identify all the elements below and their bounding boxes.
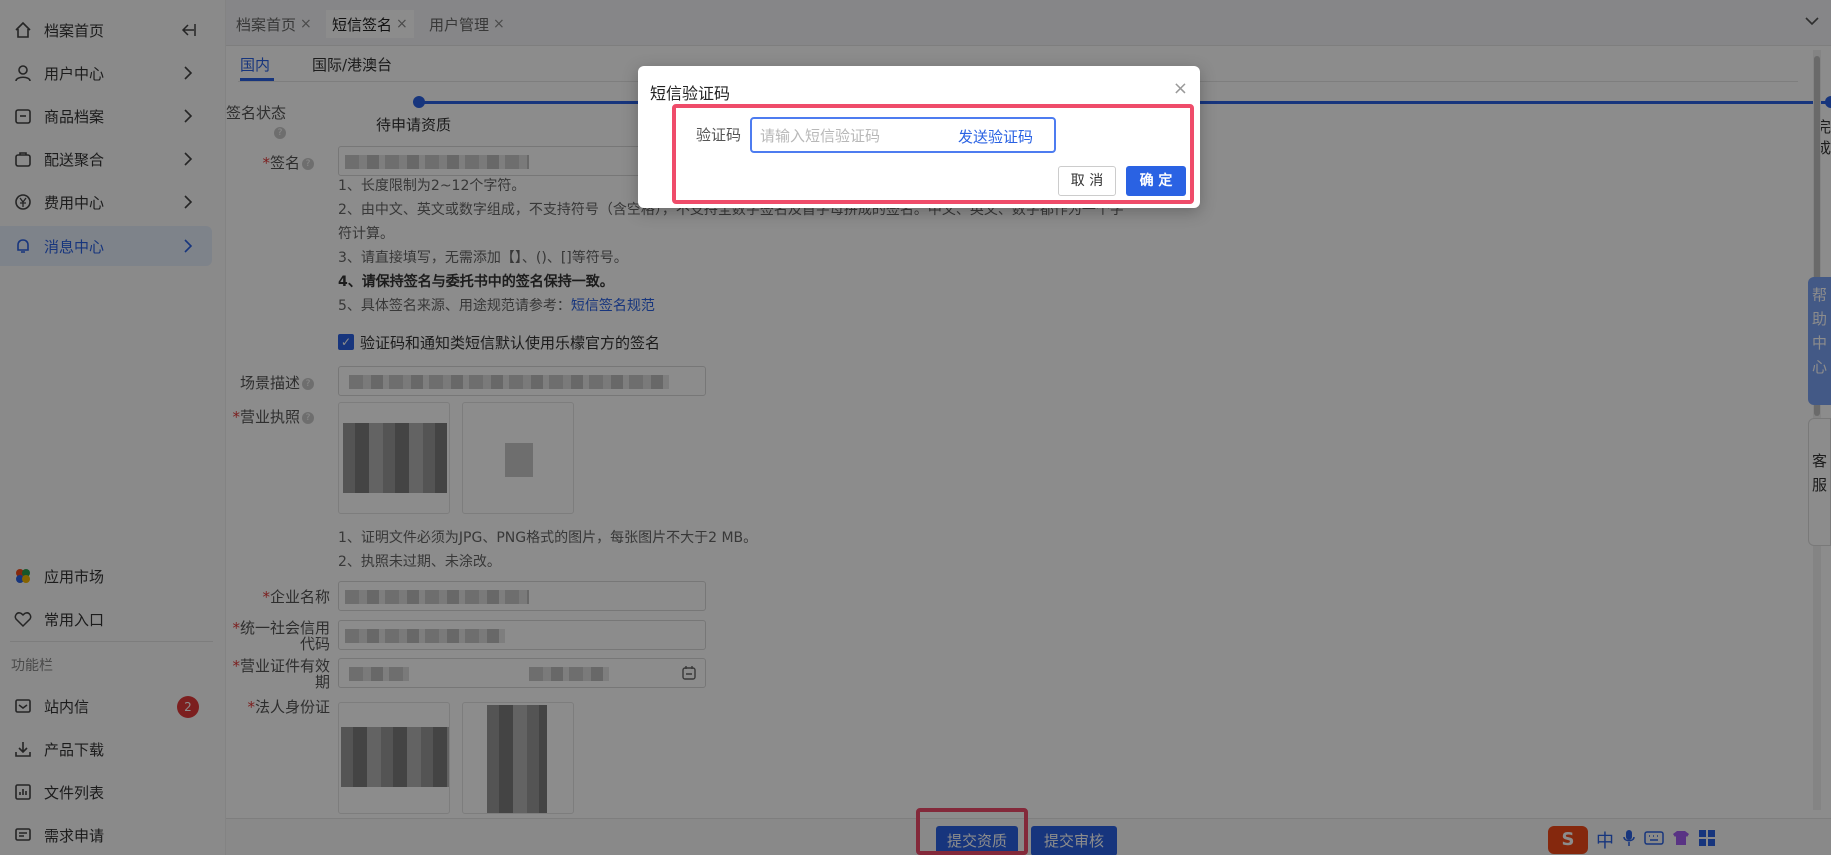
highlight-code-area — [672, 104, 1194, 204]
dialog-title: 短信验证码 — [650, 84, 731, 103]
sms-code-dialog: 短信验证码 × 验证码 发送验证码 取 消 确 定 — [638, 66, 1200, 208]
close-icon[interactable]: × — [1173, 78, 1188, 99]
